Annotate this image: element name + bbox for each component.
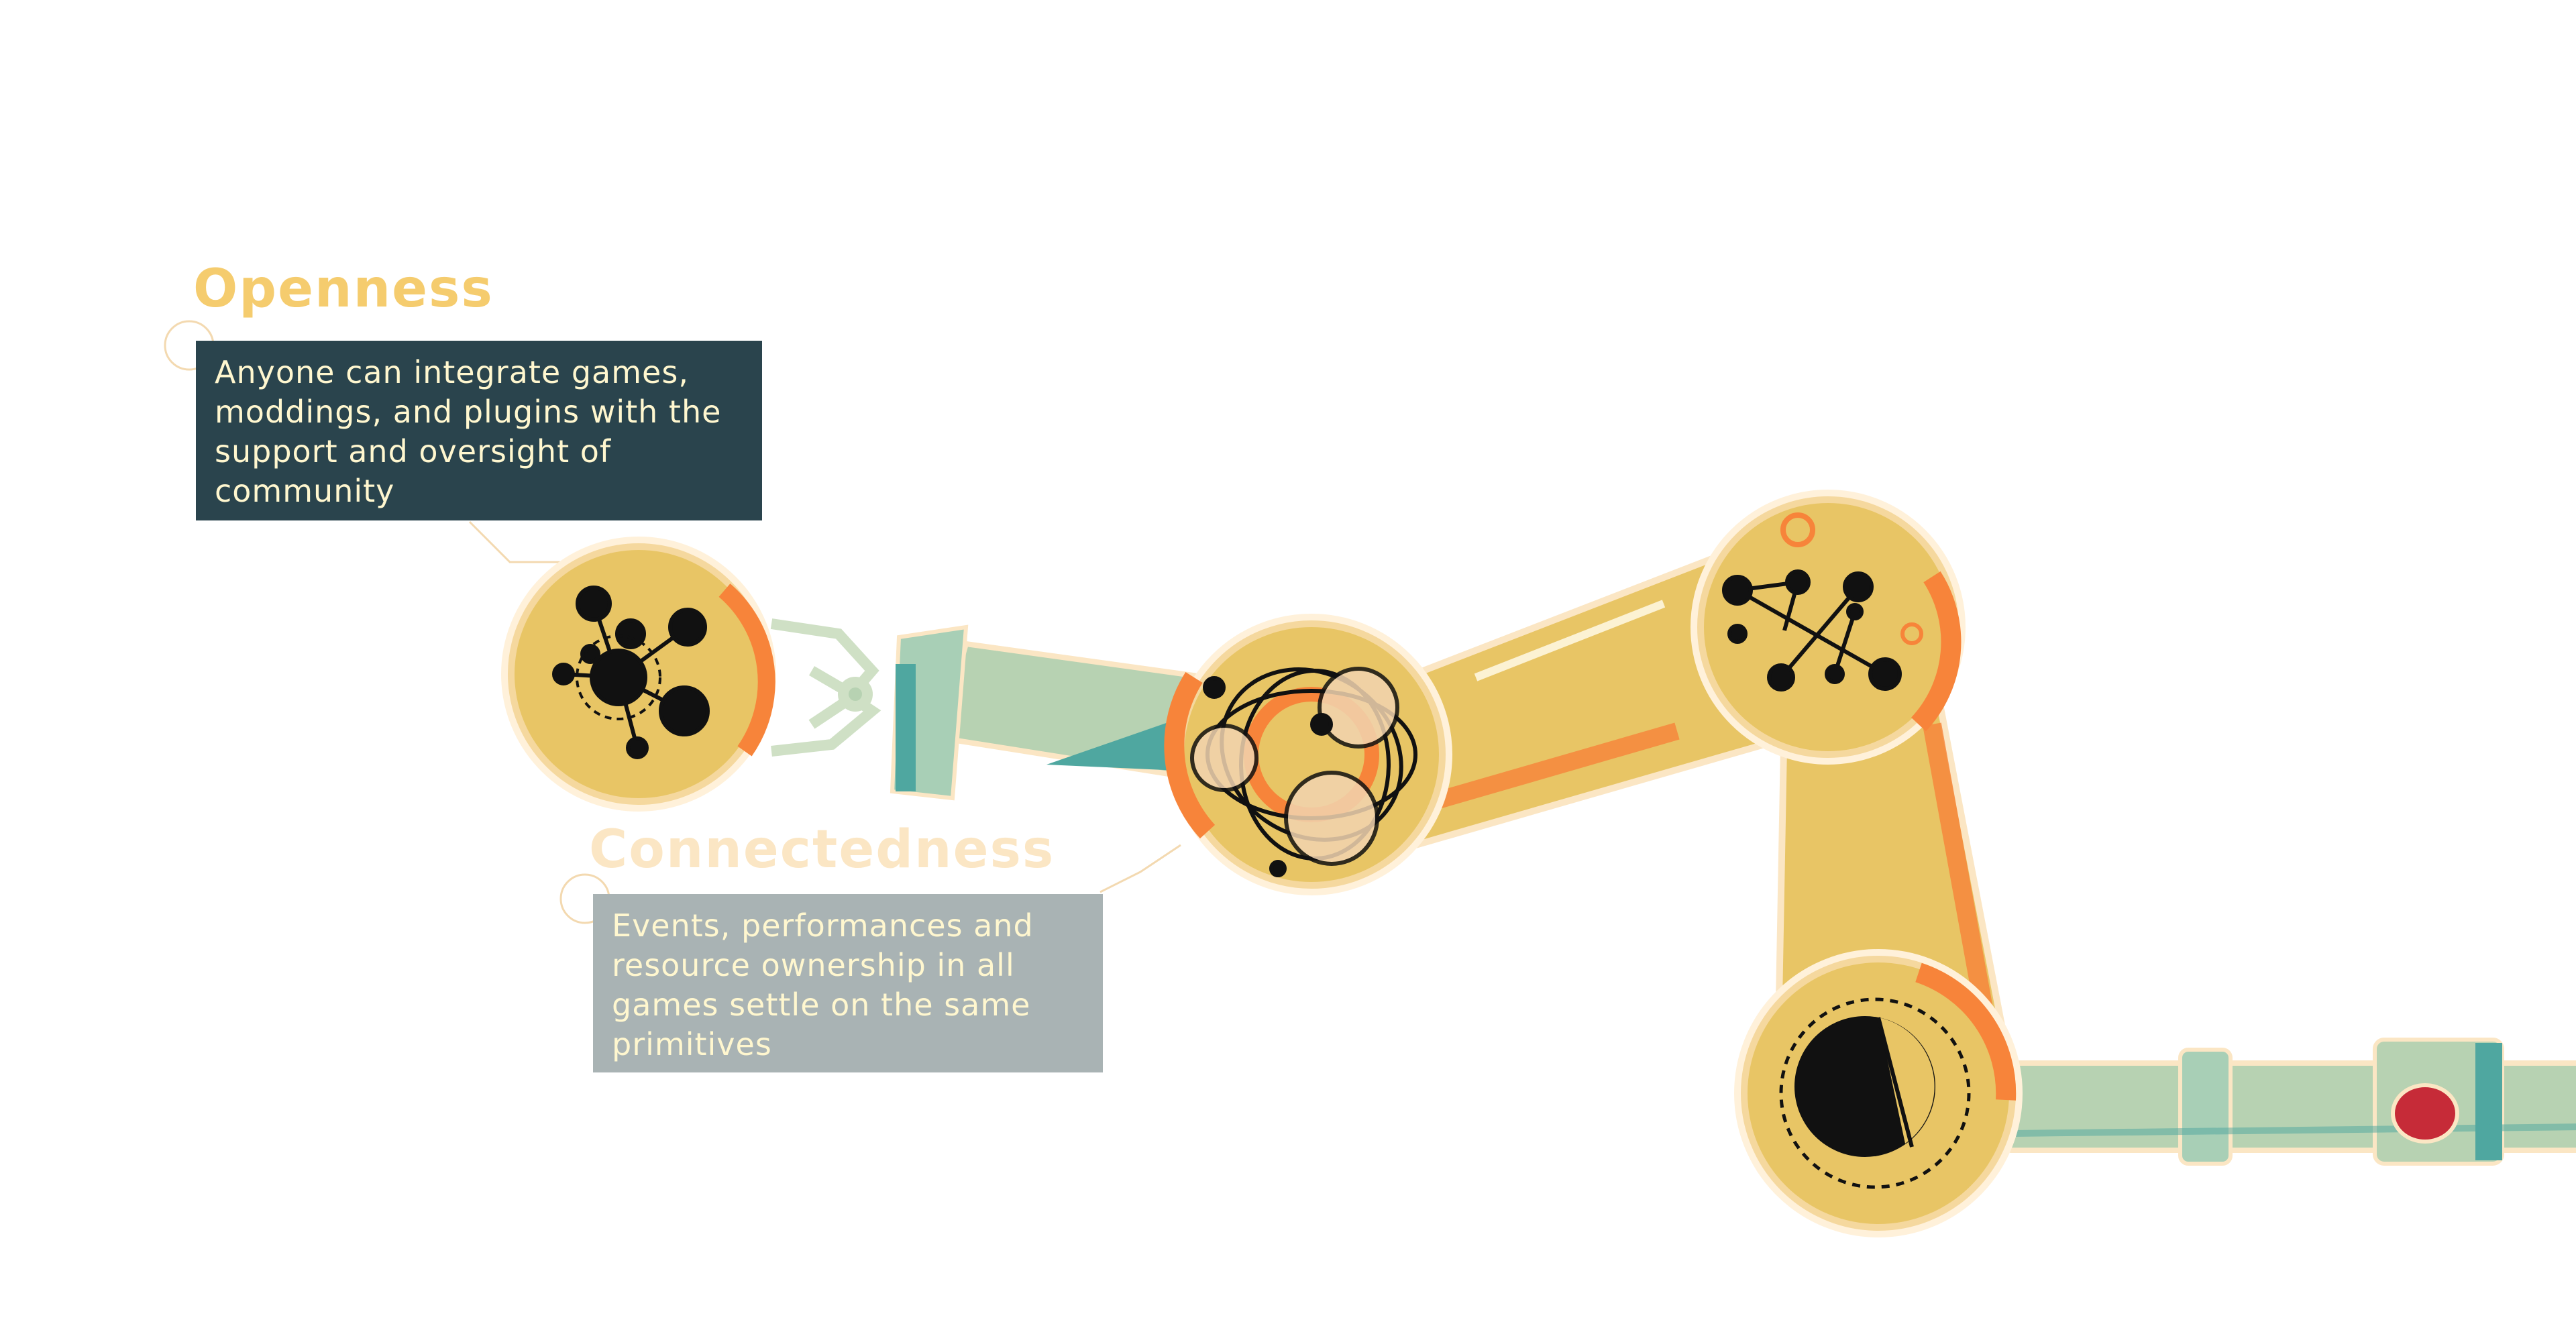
gripper-claw	[770, 618, 881, 757]
gripper-cylinder	[890, 624, 1211, 801]
connectedness-joint	[1164, 614, 1452, 895]
openness-description: Anyone can integrate games, moddings, an…	[196, 341, 762, 520]
bottom-joint	[1734, 949, 2023, 1237]
robot-arm-illustration	[164, 320, 2576, 1237]
openness-title: Openness	[193, 259, 494, 319]
connectedness-title: Connectedness	[589, 820, 1055, 880]
openness-joint	[501, 537, 776, 812]
top-right-joint	[1690, 490, 1966, 765]
half-circle-icon	[1794, 1016, 1935, 1157]
connectedness-description: Events, performances and resource owners…	[593, 894, 1103, 1072]
right-pipe	[1996, 1038, 2576, 1166]
red-button-icon	[2391, 1083, 2459, 1144]
